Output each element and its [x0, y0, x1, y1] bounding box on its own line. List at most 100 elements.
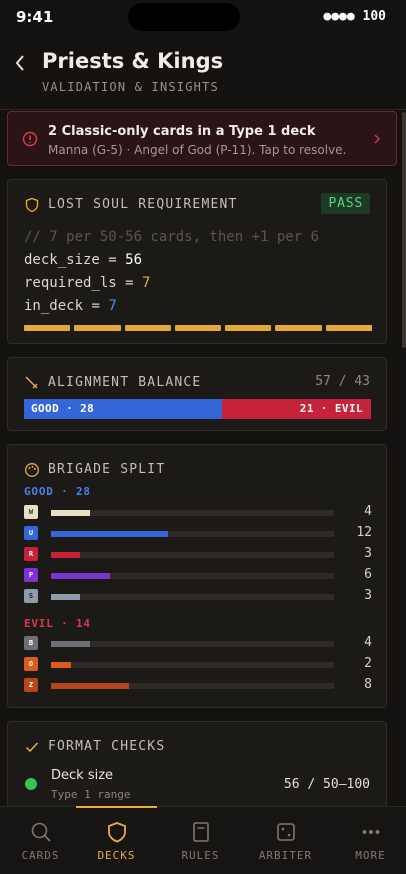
- alignment-label: ALIGNMENT BALANCE: [48, 375, 202, 390]
- tab-cards[interactable]: CARDS: [0, 807, 81, 874]
- brigade-count: 4: [364, 504, 372, 519]
- tab-decks[interactable]: DECKS: [76, 806, 157, 874]
- format-item-title: Deck size: [51, 768, 114, 783]
- brigade-fill: [51, 683, 130, 689]
- rule-comment: // 7 per 50-56 cards, then +1 per 6: [24, 229, 320, 245]
- brigade-chip: B: [24, 636, 38, 650]
- good-group-label: GOOD · 28: [24, 485, 91, 498]
- status-badge: PASS: [321, 193, 370, 214]
- check-icon: [25, 742, 39, 753]
- evil-segment: 21 · EVIL: [221, 399, 371, 419]
- brigade-count: 6: [364, 567, 372, 582]
- tab-bar: CARDS DECKS RULES ARBITER MORE: [0, 806, 406, 874]
- required-ls-value: 7: [142, 275, 151, 291]
- brigade-chip: S: [24, 589, 38, 603]
- brigade-track: [51, 531, 334, 537]
- alert-detail: Manna (G-5) · Angel of God (P-11). Tap t…: [48, 143, 347, 157]
- brigade-row[interactable]: O2: [24, 656, 372, 672]
- brigade-count: 2: [364, 656, 372, 671]
- alert-title: 2 Classic-only cards in a Type 1 deck: [48, 124, 316, 139]
- tab-label: MORE: [355, 849, 386, 862]
- brigade-row[interactable]: S3: [24, 588, 372, 604]
- brigade-track: [51, 552, 334, 558]
- scrollbar[interactable]: [402, 112, 406, 348]
- lost-soul-segment: [174, 325, 222, 331]
- book-icon: [193, 822, 209, 842]
- sword-icon: [25, 376, 38, 389]
- deck-size-key: deck_size: [24, 252, 100, 268]
- brigade-row[interactable]: R3: [24, 546, 372, 562]
- brigade-fill: [51, 662, 71, 668]
- info-circle-icon: [22, 131, 38, 147]
- status-time: 9:41: [16, 8, 54, 26]
- alignment-bar: GOOD · 28 21 · EVIL: [24, 399, 371, 419]
- brigade-count: 12: [356, 525, 372, 540]
- brigade-chip: P: [24, 568, 38, 582]
- required-ls-line: required_ls = 7: [24, 275, 151, 291]
- brigade-track: [51, 594, 334, 600]
- brigade-count: 8: [364, 677, 372, 692]
- brigade-track: [51, 510, 334, 516]
- brigade-label: BRIGADE SPLIT: [48, 462, 166, 477]
- lost-soul-segment: [325, 325, 372, 331]
- in-deck-value: 7: [108, 298, 117, 314]
- shield-icon: [108, 822, 126, 843]
- tab-label: CARDS: [21, 849, 60, 862]
- brigade-fill: [51, 510, 91, 516]
- dynamic-island: [128, 3, 240, 31]
- lost-soul-segment: [225, 325, 272, 331]
- alignment-ratio: 57 / 43: [315, 374, 370, 389]
- tab-arbiter[interactable]: ARBITER: [245, 807, 326, 874]
- palette-icon: [25, 463, 39, 477]
- tab-label: ARBITER: [258, 849, 313, 862]
- brigade-track: [51, 683, 334, 689]
- deck-size-value: 56: [125, 252, 143, 268]
- tab-label: RULES: [181, 849, 220, 862]
- status-signal-battery: ●●●● 100: [323, 9, 386, 24]
- status-bar: 9:41 ●●●● 100: [0, 0, 406, 34]
- brigade-fill: [51, 594, 81, 600]
- lost-soul-label: LOST SOUL REQUIREMENT: [48, 197, 238, 212]
- page-title: Priests & Kings: [42, 49, 224, 73]
- lost-soul-segment: [124, 325, 171, 331]
- brigade-chip: Z: [24, 678, 38, 692]
- pass-dot-icon: [25, 778, 37, 790]
- brigade-row[interactable]: Z8: [24, 677, 372, 693]
- brigade-track: [51, 662, 334, 668]
- page-header: Priests & Kings VALIDATION & INSIGHTS: [0, 34, 406, 110]
- in-deck-key: in_deck: [24, 298, 84, 314]
- format-item-subtitle: Type 1 range: [51, 788, 131, 801]
- brigade-count: 3: [364, 588, 372, 603]
- tab-label: DECKS: [97, 849, 136, 862]
- good-segment: GOOD · 28: [24, 399, 222, 419]
- brigade-count: 3: [364, 546, 372, 561]
- alignment-card: ALIGNMENT BALANCE 57 / 43 GOOD · 28 21 ·…: [7, 357, 387, 431]
- page-subtitle: VALIDATION & INSIGHTS: [42, 80, 219, 94]
- brigade-fill: [51, 531, 169, 537]
- tab-rules[interactable]: RULES: [160, 807, 241, 874]
- chevron-right-icon[interactable]: [372, 131, 382, 147]
- classic-cards-alert[interactable]: 2 Classic-only cards in a Type 1 deck Ma…: [7, 111, 397, 166]
- brigade-chip: R: [24, 547, 38, 561]
- brigade-row[interactable]: B4: [24, 635, 372, 651]
- evil-group-label: EVIL · 14: [24, 617, 91, 630]
- lost-soul-segment: [24, 325, 71, 331]
- lost-soul-segment: [74, 325, 121, 331]
- brigade-chip: W: [24, 505, 38, 519]
- brigade-fill: [51, 573, 110, 579]
- tab-more[interactable]: MORE: [330, 807, 406, 874]
- back-chevron-icon[interactable]: [12, 52, 30, 74]
- brigade-chip: U: [24, 526, 38, 540]
- brigade-row[interactable]: W4: [24, 504, 372, 520]
- format-item-value: 56 / 50–100: [283, 777, 370, 792]
- lost-soul-segments: [24, 325, 372, 331]
- brigade-row[interactable]: U 12: [24, 525, 372, 541]
- brigade-fill: [51, 641, 91, 647]
- brigade-row[interactable]: P6: [24, 567, 372, 583]
- required-ls-key: required_ls: [24, 275, 117, 291]
- brigade-chip: O: [24, 657, 38, 671]
- brigade-track: [51, 573, 334, 579]
- deck-size-line: deck_size = 56: [24, 252, 143, 268]
- lost-soul-card: LOST SOUL REQUIREMENT PASS // 7 per 50-5…: [7, 179, 387, 344]
- in-deck-line: in_deck = 7: [24, 298, 117, 314]
